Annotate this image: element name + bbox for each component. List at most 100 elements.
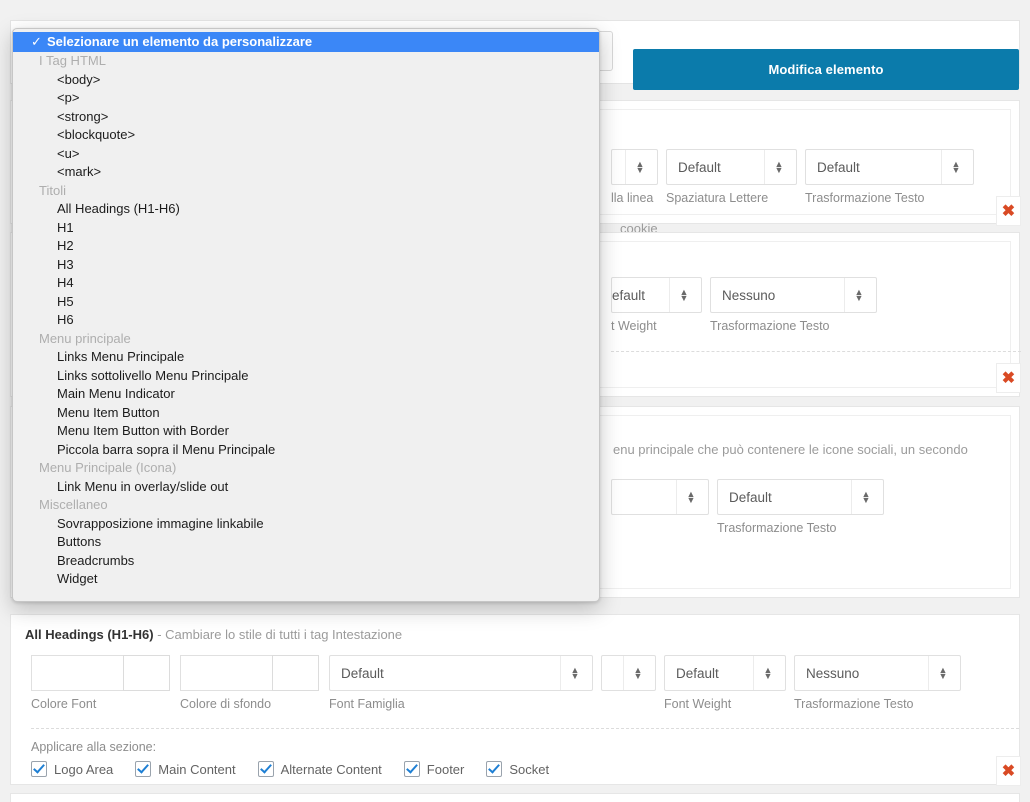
dropdown-option[interactable]: H1 [13, 219, 599, 238]
line-height-label: lla linea [611, 191, 654, 205]
checkbox-socket-label: Socket [509, 761, 550, 777]
card-2-control-text-transform: Nessuno ▲ ▼ Trasformazione Testo [710, 277, 877, 333]
stepper-icon: ▲ ▼ [669, 278, 693, 312]
dropdown-option[interactable]: H2 [13, 237, 599, 256]
text-transform-select[interactable]: Nessuno ▲ ▼ [794, 655, 961, 691]
card-4-controls: Colore Font Colore di sfondo Default ▲ ▼ … [31, 655, 961, 711]
font-color-input-group[interactable] [31, 655, 170, 691]
background-color-text-input[interactable] [180, 655, 272, 691]
text-transform-value: Default [817, 159, 860, 175]
text-transform-label: Trasformazione Testo [794, 697, 914, 711]
card-1-delete-button[interactable]: ✖ [996, 196, 1021, 226]
section-checkbox-row: Logo Area Main Content Alternate Content… [31, 761, 549, 777]
stepper-icon: ▲ ▼ [676, 480, 700, 514]
text-transform-label: Trasformazione Testo [805, 191, 925, 205]
font-color-text-input[interactable] [31, 655, 123, 691]
card-2-separator [611, 351, 1021, 352]
card-3-control-text-transform: Default ▲ ▼ Trasformazione Testo [717, 479, 884, 535]
dropdown-option[interactable]: H4 [13, 274, 599, 293]
stepper-icon: ▲ ▼ [753, 656, 777, 690]
font-family-select[interactable]: Default ▲ ▼ [329, 655, 593, 691]
dropdown-option[interactable]: Menu Item Button [13, 404, 599, 423]
clipped-top-text [0, 0, 1030, 8]
dropdown-option[interactable]: Sovrapposizione immagine linkabile [13, 515, 599, 534]
card-4-title-strong: All Headings (H1-H6) [25, 627, 154, 642]
edit-element-button[interactable]: Modifica elemento [633, 49, 1019, 90]
text-transform-select[interactable]: Default ▲ ▼ [717, 479, 884, 515]
dropdown-option[interactable]: All Headings (H1-H6) [13, 200, 599, 219]
checkbox-icon [403, 761, 420, 777]
dropdown-option-list: ✓ Selezionare un elemento da personalizza… [13, 29, 599, 589]
line-height-select[interactable]: ▲ ▼ [611, 149, 658, 185]
checkbox-logo-area[interactable]: Logo Area [31, 761, 113, 777]
checkbox-logo-area-label: Logo Area [54, 761, 114, 777]
dropdown-option[interactable]: <body> [13, 71, 599, 90]
dropdown-option[interactable]: H5 [13, 293, 599, 312]
background-color-input-group[interactable] [180, 655, 319, 691]
checkbox-icon [486, 761, 503, 777]
stepper-icon: ▲ ▼ [851, 480, 875, 514]
dropdown-option[interactable]: <strong> [13, 108, 599, 127]
checkbox-icon [31, 761, 47, 777]
dropdown-option[interactable]: Link Menu in overlay/slide out [13, 478, 599, 497]
dropdown-option-selected-label: Selezionare un elemento da personalizzar… [47, 34, 313, 49]
element-selector-dropdown[interactable]: ✓ Selezionare un elemento da personalizza… [12, 28, 600, 602]
dropdown-option-selected[interactable]: ✓ Selezionare un elemento da personalizza… [13, 32, 599, 52]
font-weight-select[interactable]: efault ▲ ▼ [611, 277, 702, 313]
font-size-select[interactable]: ▲ ▼ [601, 655, 656, 691]
card-4-delete-button[interactable]: ✖ [996, 756, 1021, 786]
card-2-controls: efault ▲ ▼ t Weight Nessuno ▲ ▼ Trasformaz… [611, 277, 877, 333]
card-2-delete-button[interactable]: ✖ [996, 363, 1021, 393]
font-weight-value: Default [676, 665, 719, 681]
dropdown-option[interactable]: Piccola barra sopra il Menu Principale [13, 441, 599, 460]
card-3-controls: ▲ ▼ Default ▲ ▼ Trasformazione Testo [611, 479, 884, 535]
control-background-color: Colore di sfondo [180, 655, 319, 711]
checkbox-main-content[interactable]: Main Content [135, 761, 236, 777]
dropdown-option[interactable]: Links Menu Principale [13, 348, 599, 367]
checkbox-icon [135, 761, 152, 777]
dropdown-option[interactable]: <u> [13, 145, 599, 164]
text-transform-select[interactable]: Default ▲ ▼ [805, 149, 974, 185]
checkbox-icon [257, 761, 274, 777]
font-color-label: Colore Font [31, 697, 97, 711]
letter-spacing-select[interactable]: Default ▲ ▼ [666, 149, 797, 185]
card-3-control-unknown: ▲ ▼ [611, 479, 709, 521]
dropdown-option[interactable]: <blockquote> [13, 126, 599, 145]
background-color-swatch[interactable] [272, 655, 319, 691]
stepper-icon: ▲ ▼ [625, 150, 649, 184]
card-4-separator [31, 728, 1019, 729]
font-family-label: Font Famiglia [329, 697, 405, 711]
text-transform-select[interactable]: Nessuno ▲ ▼ [710, 277, 877, 313]
checkbox-alternate-content[interactable]: Alternate Content [257, 761, 382, 777]
font-weight-label: t Weight [611, 319, 657, 333]
checkbox-socket[interactable]: Socket [486, 761, 549, 777]
checkbox-main-content-label: Main Content [158, 761, 236, 777]
dropdown-option[interactable]: Links sottolivello Menu Principale [13, 367, 599, 386]
dropdown-option[interactable]: <p> [13, 89, 599, 108]
text-transform-value: Default [729, 489, 772, 505]
dropdown-group-label: I Tag HTML [39, 53, 106, 68]
unnamed-select[interactable]: ▲ ▼ [611, 479, 709, 515]
background-color-label: Colore di sfondo [180, 697, 272, 711]
font-weight-select[interactable]: Default ▲ ▼ [664, 655, 786, 691]
stepper-icon: ▲ ▼ [844, 278, 868, 312]
dropdown-option[interactable]: H3 [13, 256, 599, 275]
dropdown-option[interactable]: Main Menu Indicator [13, 385, 599, 404]
checkbox-footer[interactable]: Footer [403, 761, 464, 777]
check-icon: ✓ [31, 34, 42, 49]
card-2-control-font-weight: efault ▲ ▼ t Weight [611, 277, 702, 333]
dropdown-option[interactable]: Buttons [13, 533, 599, 552]
dropdown-option[interactable]: Menu Item Button with Border [13, 422, 599, 441]
dropdown-group-label: Menu principale [39, 330, 131, 346]
stepper-icon: ▲ ▼ [560, 656, 584, 690]
control-font-size: ▲ ▼ [601, 655, 656, 697]
dropdown-option[interactable]: Breadcrumbs [13, 552, 599, 571]
card-1-control-letter-spacing: Default ▲ ▼ Spaziatura Lettere [666, 149, 797, 205]
dropdown-option[interactable]: <mark> [13, 163, 599, 182]
stepper-icon: ▲ ▼ [928, 656, 952, 690]
stepper-icon: ▲ ▼ [941, 150, 965, 184]
font-color-swatch[interactable] [123, 655, 170, 691]
stepper-icon: ▲ ▼ [764, 150, 788, 184]
dropdown-option[interactable]: Widget [13, 570, 599, 589]
dropdown-option[interactable]: H6 [13, 311, 599, 330]
